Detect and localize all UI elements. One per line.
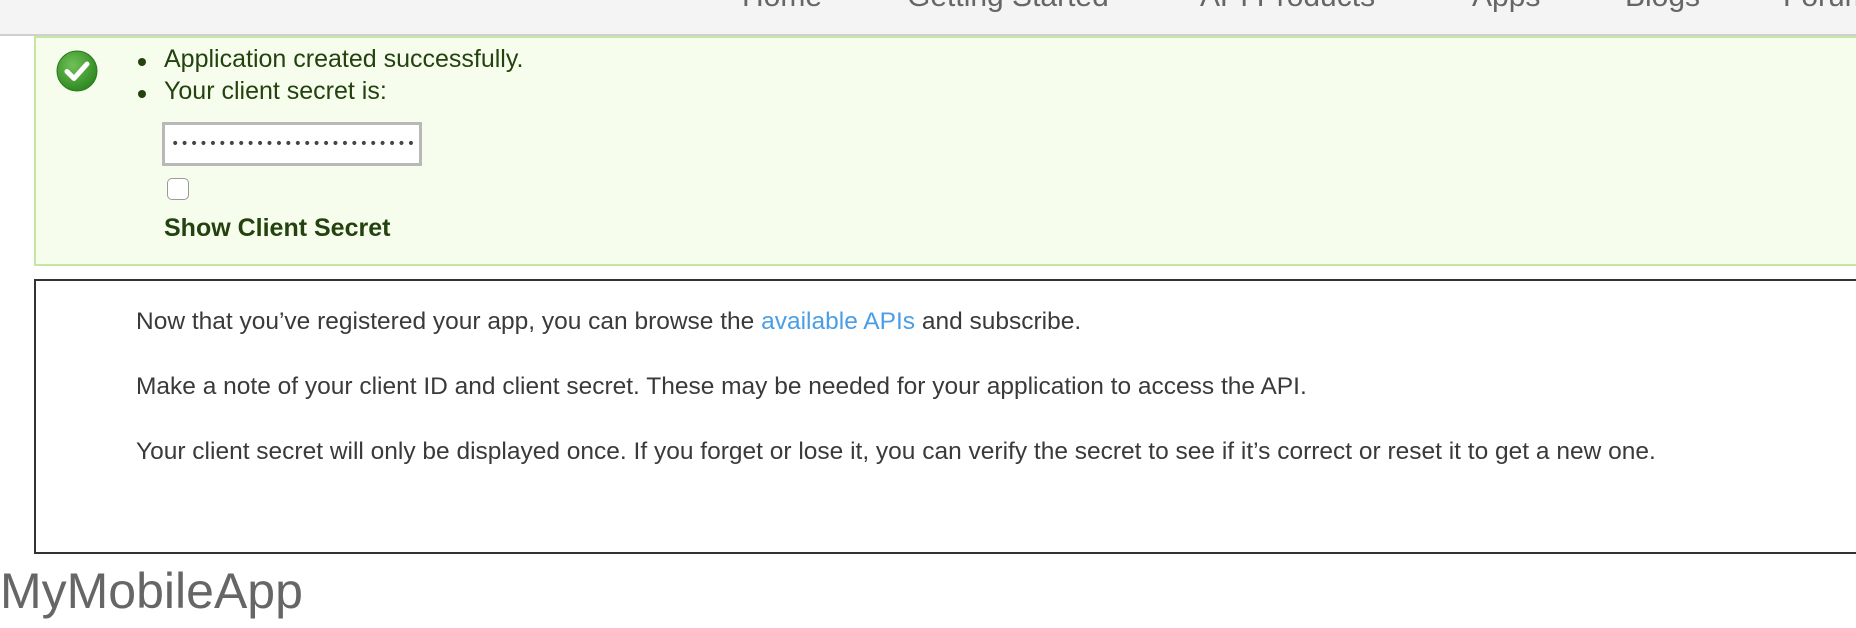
checkmark-circle-icon xyxy=(56,50,98,92)
info-line-warning: Your client secret will only be displaye… xyxy=(136,438,1656,465)
info-line-note: Make a note of your client ID and client… xyxy=(136,373,1307,400)
success-message-panel: Application created successfully. Your c… xyxy=(34,36,1856,266)
message-secret-label: Your client secret is: xyxy=(138,77,387,105)
client-secret-field[interactable] xyxy=(162,122,422,166)
info-line-browse-prefix: Now that you’ve registered your app, you… xyxy=(136,308,762,335)
nav-item-apps[interactable]: Apps xyxy=(1472,0,1540,14)
info-line-browse: Now that you’ve registered your app, you… xyxy=(136,308,1081,336)
nav-item-home[interactable]: Home xyxy=(742,0,822,14)
show-client-secret-label[interactable]: Show Client Secret xyxy=(164,214,390,243)
nav-item-getting-started[interactable]: Getting Started xyxy=(907,0,1109,14)
nav-item-api-products[interactable]: API Products xyxy=(1200,0,1375,14)
available-apis-link[interactable]: available APIs xyxy=(761,308,915,335)
nav-item-blogs[interactable]: Blogs xyxy=(1625,0,1700,14)
show-client-secret-checkbox[interactable] xyxy=(167,178,189,200)
message-created: Application created successfully. xyxy=(137,45,524,73)
app-title: MyMobileApp xyxy=(0,563,303,619)
info-line-browse-suffix: and subscribe. xyxy=(915,308,1082,335)
nav-item-forums[interactable]: Forums xyxy=(1783,0,1856,14)
top-navigation-bar: Home Getting Started API Products Apps B… xyxy=(0,0,1856,36)
next-steps-info-box: Now that you’ve registered your app, you… xyxy=(34,279,1856,554)
